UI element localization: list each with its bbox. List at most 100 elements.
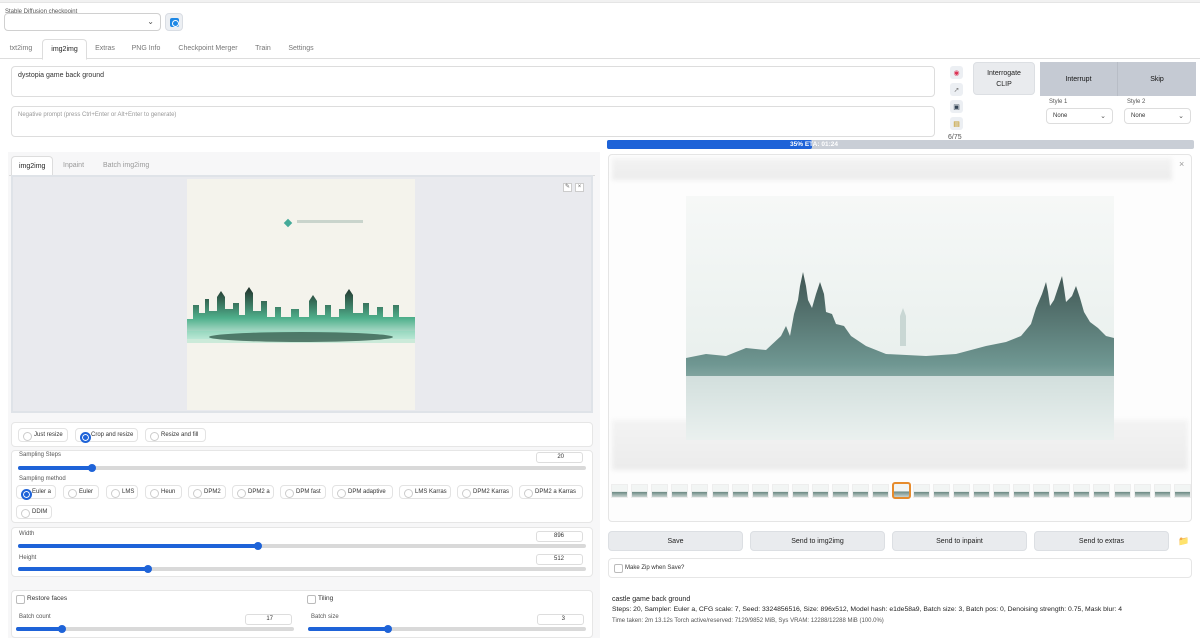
img2img-subtabs: img2img Inpaint Batch img2img <box>9 156 595 177</box>
radio-euler-a[interactable]: Euler a <box>16 485 56 500</box>
interrogate-clip-button[interactable]: Interrogate CLIP <box>973 62 1035 95</box>
make-zip-checkbox[interactable]: Make Zip when Save? <box>614 563 684 573</box>
checkpoint-select[interactable]: ⌄ <box>4 13 161 31</box>
radio-dpm2-a[interactable]: DPM2 a <box>232 485 274 499</box>
gallery-thumbnail[interactable] <box>1153 484 1171 498</box>
close-icon[interactable]: × <box>1179 159 1184 169</box>
radio-crop-and-resize[interactable]: Crop and resize <box>75 428 138 443</box>
gallery-thumbnail[interactable] <box>992 484 1010 498</box>
style1-select[interactable]: None ⌄ <box>1046 108 1113 124</box>
gallery-thumbnail[interactable] <box>651 484 669 498</box>
output-image[interactable] <box>686 196 1114 440</box>
slider-knob[interactable] <box>254 542 262 550</box>
radio-ddim[interactable]: DDIM <box>16 505 52 519</box>
gallery-thumbnail[interactable] <box>972 484 990 498</box>
tab-checkpoint-merger[interactable]: Checkpoint Merger <box>172 39 244 59</box>
gallery-thumbnail[interactable] <box>1133 484 1151 498</box>
batch-count-label: Batch count <box>19 614 51 620</box>
refresh-checkpoint-button[interactable] <box>165 13 183 31</box>
send-to-inpaint-button[interactable]: Send to inpaint <box>892 531 1027 551</box>
tab-img2img[interactable]: img2img <box>42 39 87 60</box>
gallery-thumbnail[interactable] <box>872 484 890 498</box>
gallery-thumbnail[interactable] <box>1093 484 1111 498</box>
gallery-thumbnail[interactable] <box>832 484 850 498</box>
gallery-thumbnail[interactable] <box>1073 484 1091 498</box>
gallery-thumbnail[interactable] <box>1033 484 1051 498</box>
radio-dpm-adaptive[interactable]: DPM adaptive <box>332 485 393 499</box>
sampling-steps-slider[interactable] <box>18 464 586 472</box>
save-button[interactable]: Save <box>608 531 743 551</box>
radio-dpm-fast[interactable]: DPM fast <box>280 485 326 499</box>
slider-knob[interactable] <box>144 565 152 573</box>
negative-prompt-input[interactable]: Negative prompt (press Ctrl+Enter or Alt… <box>11 106 935 137</box>
radio-resize-and-fill[interactable]: Resize and fill <box>145 428 206 442</box>
gallery-thumbnail[interactable] <box>771 484 789 498</box>
gallery-thumbnail[interactable] <box>691 484 709 498</box>
radio-dpm2-karras[interactable]: DPM2 Karras <box>457 485 513 499</box>
style2-select[interactable]: None ⌄ <box>1124 108 1191 124</box>
tab-train[interactable]: Train <box>251 39 275 59</box>
gallery-thumbnail-selected[interactable] <box>892 482 912 499</box>
width-input[interactable]: 896 <box>536 531 583 542</box>
edit-icon[interactable]: ✎ <box>563 183 572 192</box>
paste-params-icon[interactable]: ◉ <box>950 66 963 79</box>
gallery-thumbnail[interactable] <box>852 484 870 498</box>
batch-count-input[interactable]: 17 <box>245 614 292 625</box>
gallery-thumbnail[interactable] <box>731 484 749 498</box>
slider-knob[interactable] <box>58 625 66 633</box>
gallery-thumbnail[interactable] <box>912 484 930 498</box>
gallery-thumbnail[interactable] <box>791 484 809 498</box>
gallery-thumbnail[interactable] <box>1173 484 1191 498</box>
prompt-input[interactable]: dystopia game back ground <box>11 66 935 97</box>
subtab-inpaint[interactable]: Inpaint <box>63 156 84 176</box>
radio-lms-karras[interactable]: LMS Karras <box>399 485 451 499</box>
save-style-icon[interactable]: ▣ <box>950 100 963 113</box>
tab-extras[interactable]: Extras <box>91 39 119 59</box>
slider-knob[interactable] <box>88 464 96 472</box>
restore-faces-checkbox[interactable]: Restore faces <box>16 594 67 604</box>
radio-dpm2-a-karras[interactable]: DPM2 a Karras <box>519 485 583 499</box>
send-to-extras-button[interactable]: Send to extras <box>1034 531 1169 551</box>
width-slider[interactable] <box>18 542 586 550</box>
tiling-checkbox[interactable]: Tiling <box>307 594 333 604</box>
gallery-thumbnail[interactable] <box>671 484 689 498</box>
close-icon[interactable]: × <box>575 183 584 192</box>
send-to-img2img-button[interactable]: Send to img2img <box>750 531 885 551</box>
style2-value: None <box>1131 113 1146 119</box>
gallery-thumbnail[interactable] <box>611 484 628 498</box>
height-slider[interactable] <box>18 565 586 573</box>
tab-txt2img[interactable]: txt2img <box>4 39 38 59</box>
radio-lms[interactable]: LMS <box>106 485 138 499</box>
tab-png-info[interactable]: PNG Info <box>127 39 165 59</box>
radio-heun[interactable]: Heun <box>145 485 182 499</box>
radio-just-resize[interactable]: Just resize <box>18 428 68 442</box>
source-image <box>187 179 415 410</box>
sampling-steps-input[interactable]: 20 <box>536 452 583 463</box>
radio-euler[interactable]: Euler <box>63 485 99 499</box>
folder-icon[interactable]: 📁 <box>1176 534 1192 548</box>
gallery-thumbnail[interactable] <box>1013 484 1030 498</box>
tab-settings[interactable]: Settings <box>283 39 319 59</box>
batch-size-slider[interactable] <box>308 625 586 633</box>
height-input[interactable]: 512 <box>536 554 583 565</box>
gallery-thumbnail[interactable] <box>812 484 829 498</box>
radio-dpm2[interactable]: DPM2 <box>188 485 226 499</box>
gallery-thumbnail[interactable] <box>1053 484 1071 498</box>
apply-style-icon[interactable]: ▤ <box>950 117 963 130</box>
gallery-thumbnail[interactable] <box>631 484 649 498</box>
gallery-thumbnail[interactable] <box>952 484 970 498</box>
gallery-thumbnail[interactable] <box>751 484 769 498</box>
gallery-thumbnail[interactable] <box>1113 484 1131 498</box>
batch-count-slider[interactable] <box>16 625 294 633</box>
subtab-batch-img2img[interactable]: Batch img2img <box>103 156 149 176</box>
height-label: Height <box>19 555 37 561</box>
batch-size-input[interactable]: 3 <box>537 614 584 625</box>
progress-text: 35% ETA: 01:24 <box>790 141 838 148</box>
gallery-thumbnail[interactable] <box>932 484 950 498</box>
gallery-thumbnail[interactable] <box>711 484 729 498</box>
subtab-img2img[interactable]: img2img <box>11 156 54 177</box>
clear-prompt-icon[interactable]: ➚ <box>950 83 963 96</box>
skip-button[interactable]: Skip <box>1118 62 1196 96</box>
slider-knob[interactable] <box>384 625 392 633</box>
interrupt-button[interactable]: Interrupt <box>1040 62 1118 96</box>
